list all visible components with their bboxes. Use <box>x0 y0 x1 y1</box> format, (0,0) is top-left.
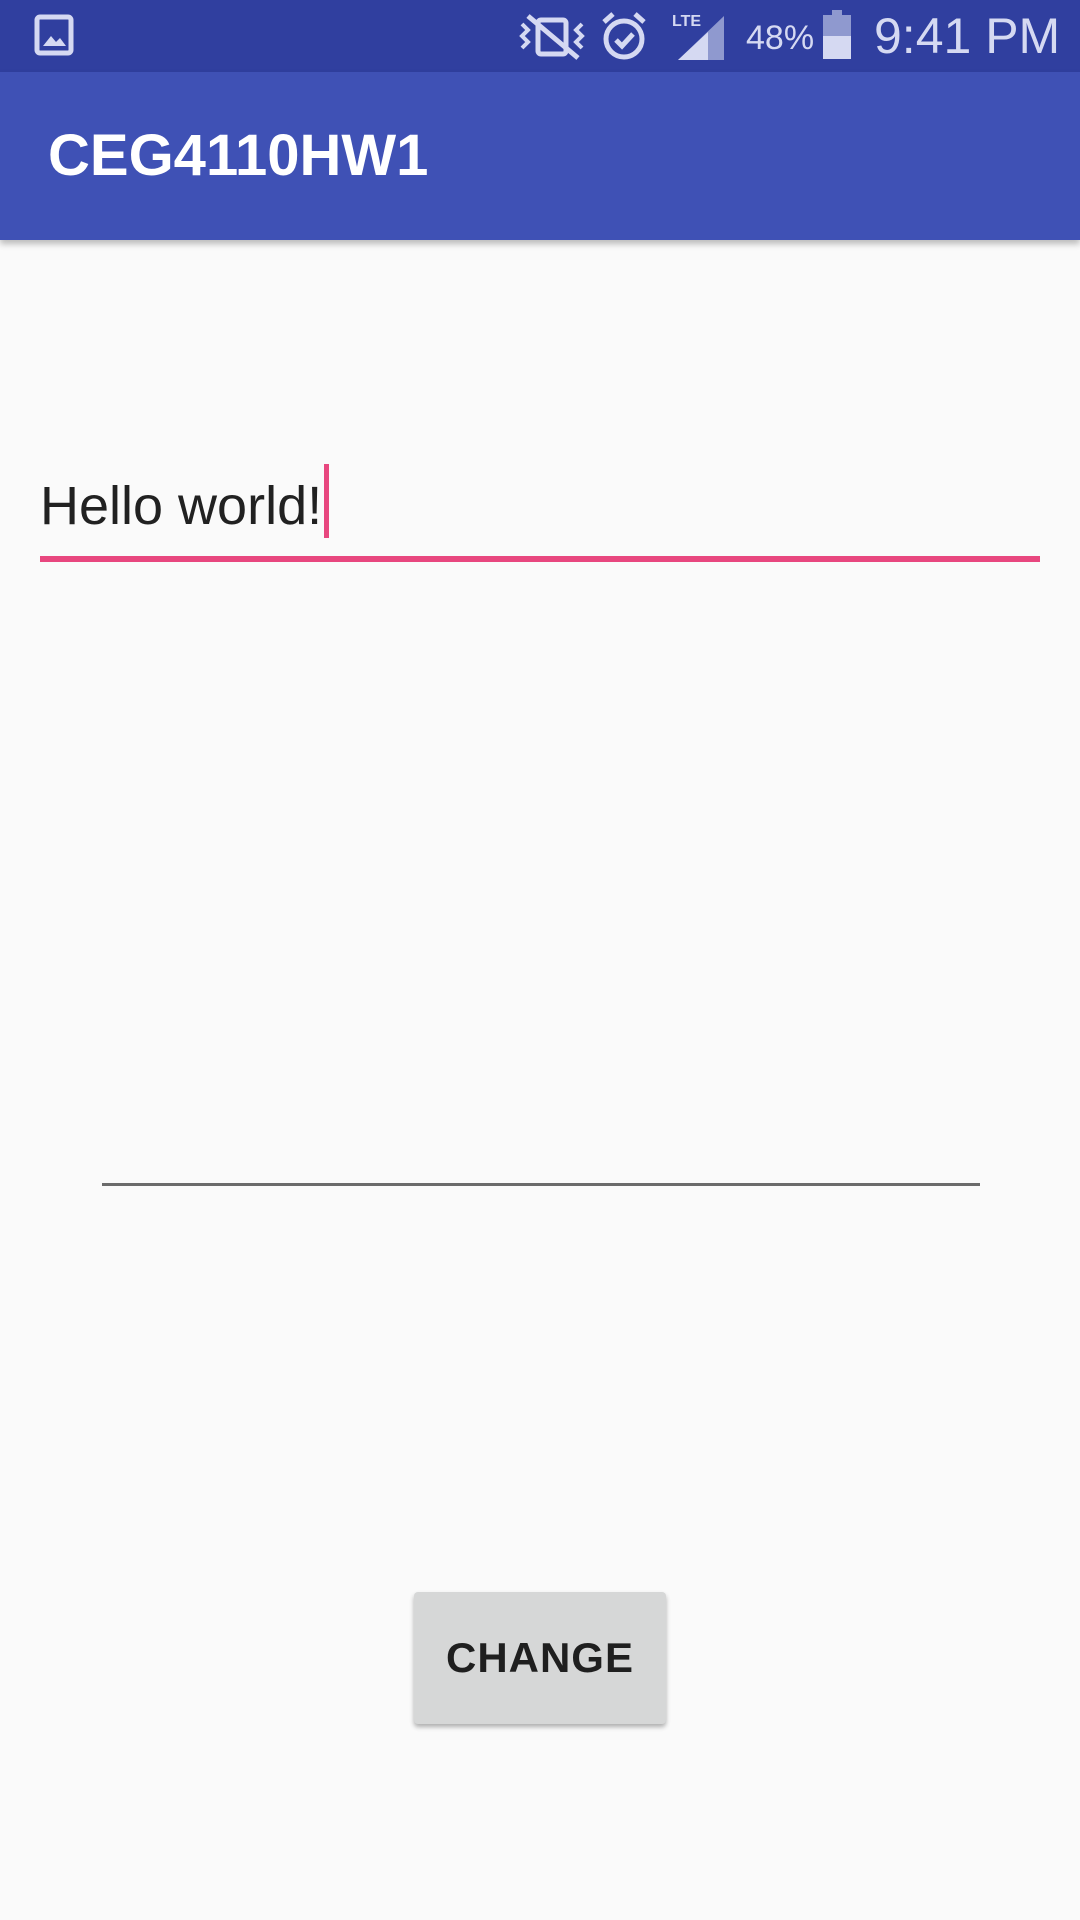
text-cursor <box>324 464 330 538</box>
output-text-underline <box>102 1183 980 1186</box>
app-bar: CEG4110HW1 <box>0 72 1080 240</box>
edit-text-underline <box>40 556 1040 562</box>
change-button-label: CHANGE <box>445 1634 634 1681</box>
status-bar: LTE 48% 9:41 PM <box>0 0 1080 72</box>
lte-label: LTE <box>672 13 701 30</box>
app-title: CEG4110HW1 <box>48 123 429 188</box>
battery-icon <box>823 10 851 59</box>
change-button[interactable]: CHANGE <box>414 1592 666 1724</box>
status-clock: 9:41 PM <box>874 8 1061 64</box>
lte-signal-icon: LTE <box>672 13 724 60</box>
gallery-icon <box>34 14 74 56</box>
edit-text-value: Hello world! <box>40 476 323 536</box>
vibrate-mute-icon <box>519 14 585 60</box>
alarm-icon <box>602 12 646 60</box>
battery-percent: 48% <box>746 19 815 57</box>
hello-edit-text[interactable]: Hello world! <box>40 450 1040 562</box>
output-text-field[interactable] <box>102 1080 980 1190</box>
